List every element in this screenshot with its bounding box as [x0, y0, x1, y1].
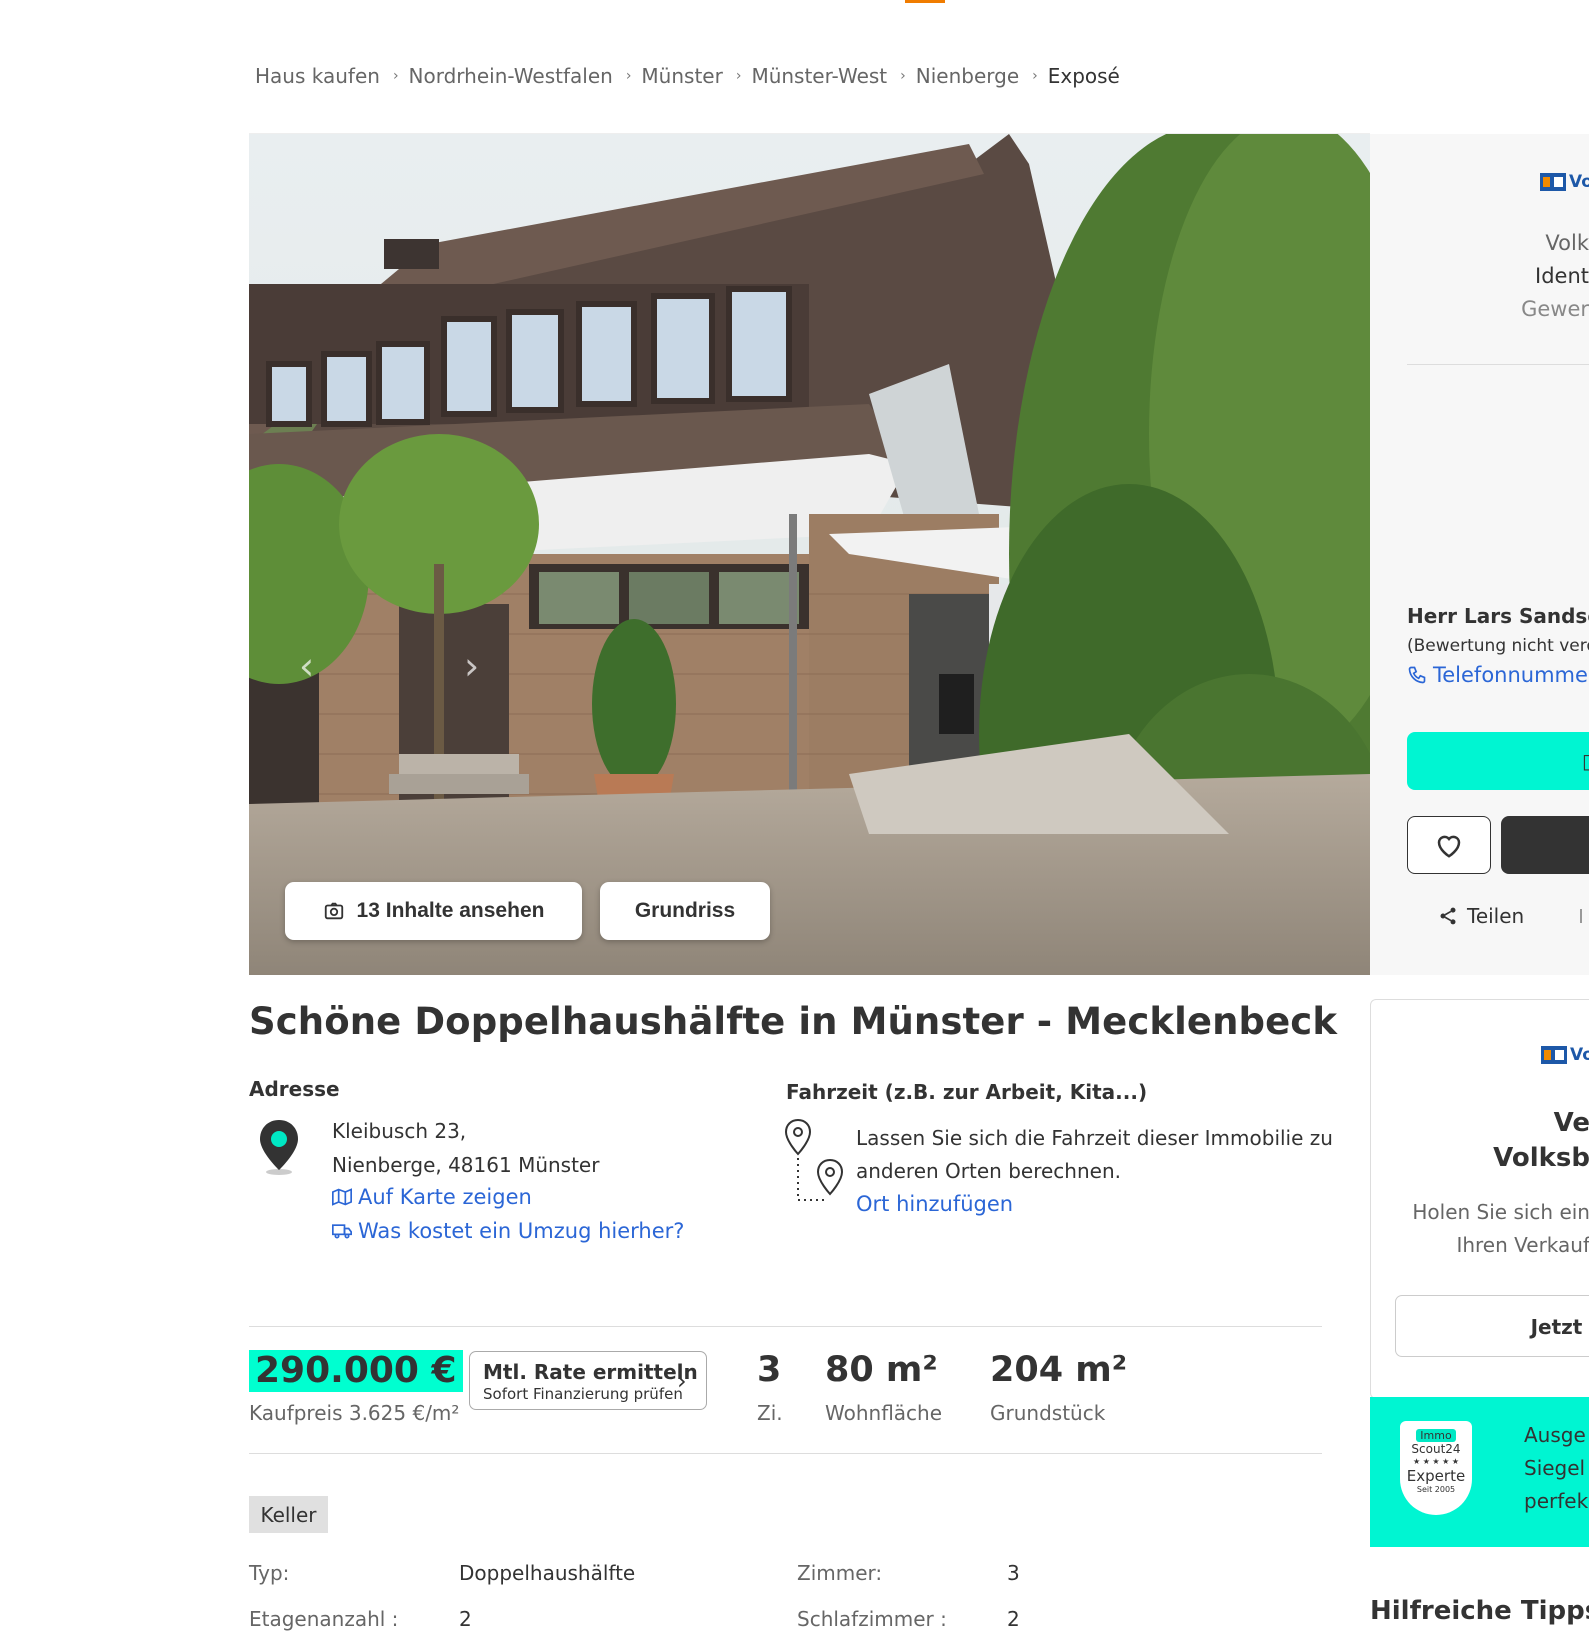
bedrooms-value: 2	[1007, 1607, 1020, 1631]
badge-text-2: Siegel	[1524, 1456, 1586, 1480]
divider	[1407, 364, 1589, 365]
breadcrumb-separator-icon: ›	[735, 68, 742, 84]
floors-value: 2	[459, 1607, 472, 1631]
expert-seal: Immo Scout24 ★ ★ ★ ★ ★ Experte Seit 2005	[1400, 1421, 1472, 1515]
promo-text-2: Ihren Verkauf	[1456, 1233, 1589, 1257]
type-label: Typ:	[249, 1561, 290, 1585]
divider	[249, 1326, 1322, 1327]
photo-gallery[interactable]: ‹ ›	[249, 134, 1370, 975]
page-title: Schöne Doppelhaushälfte in Münster - Mec…	[249, 1000, 1338, 1043]
badge-text-3: perfek	[1524, 1489, 1589, 1513]
commute-text-1: Lassen Sie sich die Fahrzeit dieser Immo…	[856, 1126, 1333, 1150]
route-icon	[784, 1118, 848, 1212]
contact-panel: Vo Volk Ident Gewer Herr Lars Sandsch (B…	[1370, 134, 1589, 975]
share-icon	[1440, 907, 1456, 925]
camera-icon	[323, 900, 345, 922]
floorplan-button[interactable]: Grundriss	[600, 882, 770, 940]
truck-icon	[332, 1224, 352, 1239]
bank-logo-icon	[1541, 1046, 1567, 1064]
show-on-map-link[interactable]: Auf Karte zeigen	[332, 1185, 532, 1209]
agent-name: Herr Lars Sandsch	[1407, 604, 1589, 628]
chevron-right-icon: ›	[677, 1367, 687, 1395]
breadcrumb-nienberge[interactable]: Nienberge	[916, 64, 1019, 88]
rate-title: Mtl. Rate ermitteln	[483, 1360, 698, 1384]
bank-logo-icon	[1540, 173, 1566, 191]
heart-icon	[1437, 835, 1461, 858]
breadcrumb-muenster[interactable]: Münster	[641, 64, 722, 88]
promo-heading-1: Ve	[1553, 1108, 1589, 1138]
house-photo: ‹ ›	[249, 134, 1370, 975]
expert-badge-strip: Immo Scout24 ★ ★ ★ ★ ★ Experte Seit 2005…	[1370, 1397, 1589, 1547]
living-area-value: 80 m²	[825, 1350, 938, 1390]
add-location-link[interactable]: Ort hinzufügen	[856, 1192, 1013, 1216]
rating-note: (Bewertung nicht verö	[1407, 636, 1589, 656]
floors-label: Etagenanzahl :	[249, 1607, 399, 1631]
breadcrumb-muenster-west[interactable]: Münster-West	[751, 64, 887, 88]
calculate-rate-button[interactable]: Mtl. Rate ermitteln Sofort Finanzierung …	[469, 1351, 707, 1410]
mail-icon: ▯	[1581, 749, 1589, 773]
map-icon	[332, 1188, 352, 1206]
promo-button[interactable]: Jetzt E	[1395, 1295, 1589, 1357]
bank-logo: Vo	[1540, 172, 1589, 192]
plot-area-label: Grundstück	[990, 1401, 1106, 1425]
promo-text-1: Holen Sie sich ein	[1412, 1200, 1589, 1224]
commute-text-2: anderen Orten berechnen.	[856, 1159, 1121, 1183]
commute-label: Fahrzeit (z.B. zur Arbeit, Kita...)	[786, 1080, 1148, 1104]
contact-button[interactable]: ▯	[1407, 732, 1589, 790]
rooms-value: 3	[757, 1350, 782, 1390]
phone-number-link[interactable]: Telefonnummer	[1407, 663, 1589, 687]
price: 290.000 €	[249, 1350, 463, 1392]
rooms-detail-value: 3	[1007, 1561, 1020, 1585]
company-line-2: Ident	[1535, 264, 1589, 288]
more-icon	[1580, 909, 1582, 923]
address-street: Kleibusch 23,	[332, 1119, 467, 1143]
company-line-1: Volk	[1545, 231, 1589, 255]
breadcrumb-current: Exposé	[1047, 64, 1120, 88]
breadcrumb-separator-icon: ›	[625, 68, 632, 84]
company-line-3: Gewer	[1521, 297, 1589, 321]
rate-subtitle: Sofort Finanzierung prüfen	[483, 1385, 683, 1403]
breadcrumb-nordrhein-westfalen[interactable]: Nordrhein-Westfalen	[409, 64, 613, 88]
helpful-tips-heading: Hilfreiche Tipps z	[1370, 1596, 1589, 1626]
map-pin-icon	[257, 1118, 301, 1180]
breadcrumb-separator-icon: ›	[900, 68, 906, 84]
secondary-action-button[interactable]	[1501, 816, 1589, 874]
svg-text:‹: ‹	[299, 644, 314, 688]
moving-cost-link[interactable]: Was kostet ein Umzug hierher?	[332, 1219, 684, 1243]
seller-promo-card: Vo Ve Volksb Holen Sie sich ein Ihren Ve…	[1370, 999, 1589, 1399]
address-label: Adresse	[249, 1077, 340, 1101]
rooms-detail-label: Zimmer:	[797, 1561, 883, 1585]
svg-text:›: ›	[464, 644, 479, 688]
breadcrumb: Haus kaufen › Nordrhein-Westfalen › Müns…	[255, 64, 1120, 88]
view-media-button[interactable]: 13 Inhalte ansehen	[285, 882, 582, 940]
breadcrumb-separator-icon: ›	[1032, 68, 1038, 84]
badge-text-1: Ausge	[1524, 1423, 1586, 1447]
breadcrumb-separator-icon: ›	[392, 68, 399, 84]
divider	[249, 1453, 1322, 1454]
price-per-sqm: Kaufpreis 3.625 €/m²	[249, 1401, 460, 1425]
promo-heading-2: Volksb	[1493, 1143, 1589, 1173]
share-button[interactable]: Teilen	[1438, 904, 1524, 928]
phone-icon	[1408, 666, 1426, 684]
breadcrumb-haus-kaufen[interactable]: Haus kaufen	[255, 64, 380, 88]
brand-accent-line	[905, 0, 945, 3]
plot-area-value: 204 m²	[990, 1350, 1128, 1390]
favorite-button[interactable]	[1407, 816, 1491, 874]
type-value: Doppelhaushälfte	[459, 1561, 636, 1585]
address-city: Nienberge, 48161 Münster	[332, 1153, 600, 1177]
floorplan-label: Grundriss	[634, 899, 736, 922]
rooms-label: Zi.	[757, 1401, 783, 1425]
living-area-label: Wohnfläche	[825, 1401, 943, 1425]
feature-tag: Keller	[249, 1496, 328, 1533]
view-media-label: 13 Inhalte ansehen	[356, 899, 545, 922]
bank-logo: Vo	[1541, 1045, 1589, 1065]
bedrooms-label: Schlafzimmer :	[797, 1607, 947, 1631]
